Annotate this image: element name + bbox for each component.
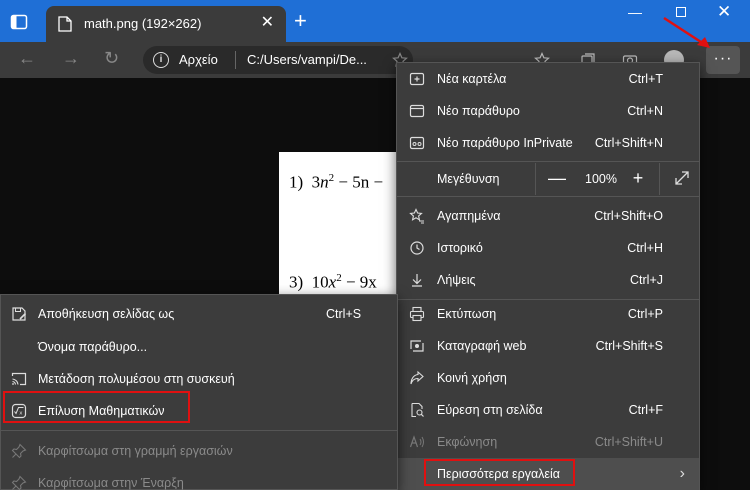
menu-read-aloud: Εκφώνηση Ctrl+Shift+U xyxy=(397,426,699,458)
refresh-button[interactable]: ↻ xyxy=(104,48,119,69)
pin-icon xyxy=(11,475,27,490)
menu-new-window[interactable]: Νέο παράθυρο Ctrl+N xyxy=(397,95,699,127)
title-bar: math.png (192×262) ✕ + — ✕ xyxy=(0,0,750,42)
new-tab-button[interactable]: + xyxy=(294,10,307,32)
submenu-save-as[interactable]: Αποθήκευση σελίδας ως Ctrl+S xyxy=(1,298,397,330)
cast-icon xyxy=(11,372,27,386)
menu-share[interactable]: Κοινή χρήση xyxy=(397,362,699,394)
settings-menu: Νέα καρτέλα Ctrl+T Νέο παράθυρο Ctrl+N Ν… xyxy=(396,62,700,490)
forward-button[interactable]: → xyxy=(62,48,80,69)
fullscreen-icon[interactable] xyxy=(667,163,697,195)
address-separator xyxy=(235,51,236,69)
equation-3: 3) 10x2 − 9x xyxy=(289,272,377,292)
address-bar[interactable]: i Αρχείο C:/Users/vampi/De... xyxy=(143,46,413,74)
menu-history[interactable]: Ιστορικό Ctrl+H xyxy=(397,232,699,264)
share-icon xyxy=(410,370,424,385)
equation-1: 1) 3n2 − 5n − xyxy=(289,172,384,192)
inprivate-icon xyxy=(409,136,425,150)
file-icon xyxy=(58,16,72,32)
menu-web-capture[interactable]: Καταγραφή web Ctrl+Shift+S xyxy=(397,330,699,362)
tab-title: math.png (192×262) xyxy=(84,16,202,31)
tab-actions-icon[interactable] xyxy=(10,13,28,31)
menu-find[interactable]: Εύρεση στη σελίδα Ctrl+F xyxy=(397,394,699,426)
address-scheme-label: Αρχείο xyxy=(179,52,218,67)
new-tab-icon xyxy=(409,72,425,86)
close-tab-icon[interactable]: ✕ xyxy=(261,14,274,32)
menu-downloads[interactable]: Λήψεις Ctrl+J xyxy=(397,264,699,296)
find-icon xyxy=(411,402,424,418)
menu-new-private-window[interactable]: Νέο παράθυρο InPrivate Ctrl+Shift+N xyxy=(397,127,699,159)
read-aloud-icon xyxy=(409,435,424,448)
zoom-out-button[interactable]: — xyxy=(539,163,575,195)
submenu-divider xyxy=(1,430,397,431)
menu-zoom: Μεγέθυνση — 100% + xyxy=(397,163,699,195)
save-icon xyxy=(12,307,27,321)
submenu-window-name[interactable]: Όνομα παράθυρο... xyxy=(1,331,397,363)
zoom-in-button[interactable]: + xyxy=(623,163,653,195)
submenu-pin-start: Καρφίτσωμα στην Έναρξη xyxy=(1,467,397,490)
new-window-icon xyxy=(409,104,425,118)
info-icon[interactable]: i xyxy=(153,52,169,68)
favorites-icon xyxy=(409,208,424,224)
minimize-button[interactable]: — xyxy=(628,4,642,20)
menu-new-tab[interactable]: Νέα καρτέλα Ctrl+T xyxy=(397,63,699,95)
menu-divider xyxy=(397,196,699,197)
annotation-arrow-icon xyxy=(663,16,710,48)
web-capture-icon xyxy=(410,340,424,352)
back-button[interactable]: ← xyxy=(18,48,36,69)
chevron-right-icon: › xyxy=(679,465,685,482)
history-icon xyxy=(410,241,424,255)
highlight-more-tools xyxy=(424,459,575,486)
download-icon xyxy=(412,274,422,287)
submenu-pin-taskbar: Καρφίτσωμα στη γραμμή εργασιών xyxy=(1,435,397,467)
menu-divider xyxy=(397,161,699,162)
highlight-math-solver xyxy=(3,391,190,423)
menu-favorites[interactable]: Αγαπημένα Ctrl+Shift+O xyxy=(397,200,699,232)
address-url: C:/Users/vampi/De... xyxy=(247,52,367,67)
browser-tab[interactable]: math.png (192×262) ✕ xyxy=(46,6,286,42)
print-icon xyxy=(409,306,425,322)
menu-print[interactable]: Εκτύπωση Ctrl+P xyxy=(397,298,699,330)
pin-icon xyxy=(11,443,27,459)
